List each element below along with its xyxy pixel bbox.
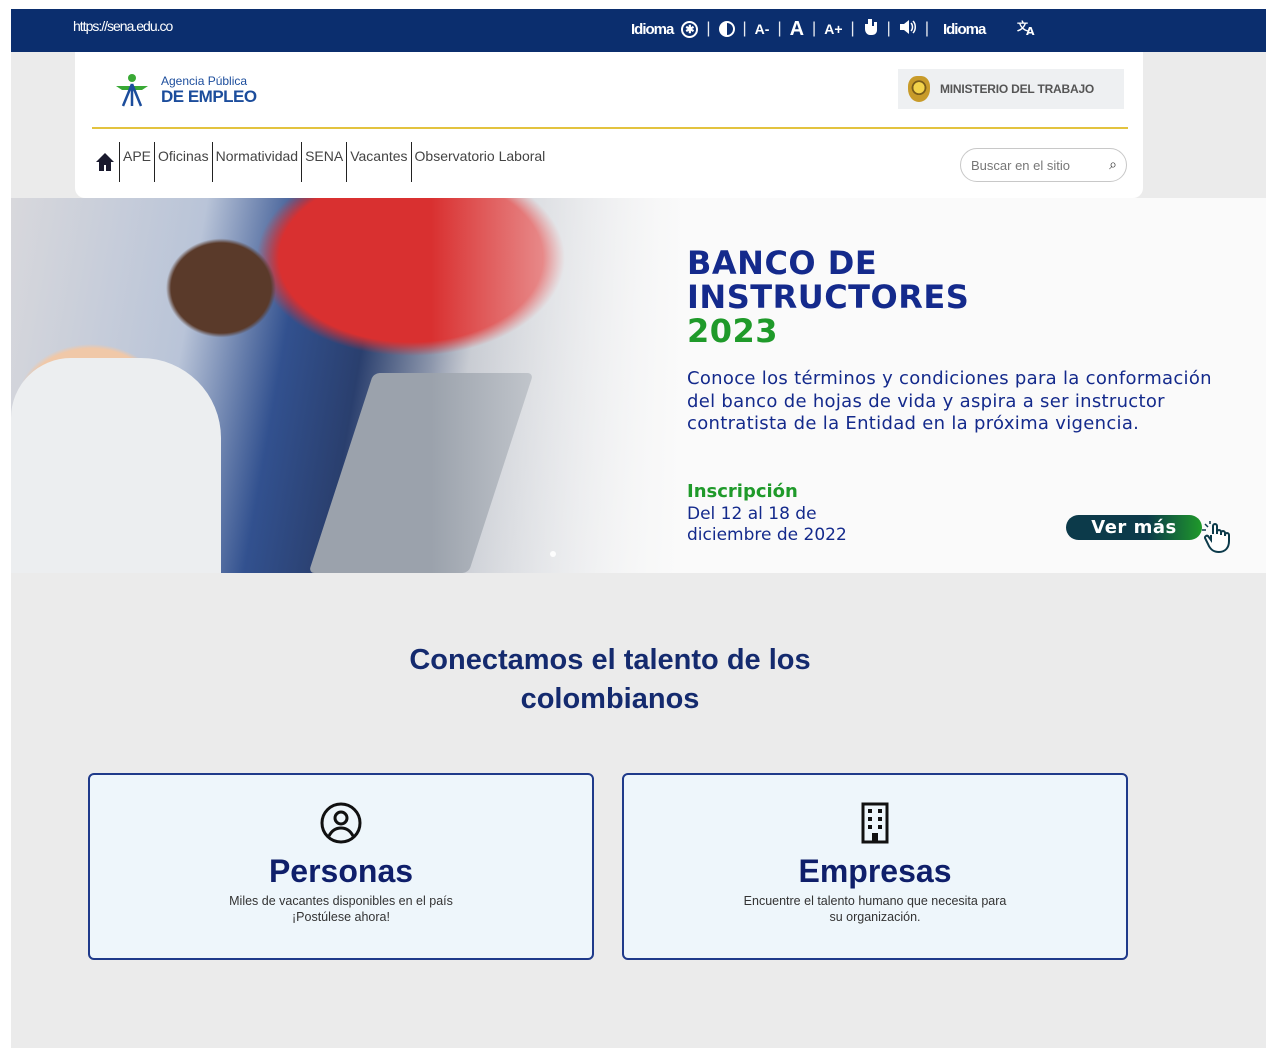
translate-icon[interactable]: 文A — [1017, 18, 1037, 41]
sena-logo-icon — [116, 74, 148, 107]
site-header: Agencia Pública DE EMPLEO MINISTERIO DEL… — [75, 52, 1143, 198]
nav-item-normatividad[interactable]: Normatividad — [211, 142, 301, 182]
nav-item-observatorio[interactable]: Observatorio Laboral — [410, 142, 549, 182]
nav-item-sena[interactable]: SENA — [301, 142, 346, 182]
empresas-description: Encuentre el talento humano que necesita… — [743, 894, 1007, 924]
section-headline: Conectamos el talento de los colombianos — [409, 644, 811, 715]
banner-title: BANCO DE INSTRUCTORES 2023 — [687, 244, 970, 350]
empresas-card[interactable]: Empresas Encuentre el talento humano que… — [622, 773, 1128, 960]
banner-dates: Del 12 al 18 de diciembre de 2022 — [687, 504, 847, 545]
pointer-hand-icon — [1201, 520, 1239, 556]
personas-description: Miles de vacantes disponibles en el país… — [229, 894, 453, 924]
ver-mas-button[interactable]: Ver más — [1066, 515, 1202, 540]
language-link[interactable]: Idioma — [631, 21, 674, 38]
accessibility-tools: Idioma ✱ | | A- | A | A+ | | | Idioma 文A — [631, 15, 1037, 43]
contrast-icon[interactable] — [718, 21, 735, 37]
banner-inscription-label: Inscripción — [687, 481, 798, 502]
personas-title: Personas — [268, 853, 414, 889]
building-icon — [853, 801, 897, 845]
carousel-indicator[interactable] — [550, 551, 556, 557]
search-icon[interactable]: ⌕ — [1109, 156, 1117, 173]
nav-item-vacantes[interactable]: Vacantes — [346, 142, 410, 182]
language-link-secondary[interactable]: Idioma — [943, 21, 986, 38]
ministry-logo[interactable]: MINISTERIO DEL TRABAJO — [898, 69, 1124, 109]
audio-icon[interactable] — [899, 19, 917, 40]
font-increase-button[interactable]: A+ — [824, 21, 842, 37]
user-icon — [319, 801, 363, 845]
main-nav: APE Oficinas Normatividad SENA Vacantes … — [95, 142, 548, 182]
page: https://sena.edu.co Idioma ✱ | | A- | A … — [11, 9, 1266, 1048]
ape-logo[interactable]: Agencia Pública DE EMPLEO — [113, 72, 257, 108]
font-decrease-button[interactable]: A- — [755, 21, 770, 37]
accessibility-icon[interactable]: ✱ — [681, 20, 699, 38]
ministry-name: MINISTERIO DEL TRABAJO — [940, 82, 1095, 96]
logo-line2: DE EMPLEO — [161, 86, 257, 106]
logo-line1: Agencia Pública — [161, 73, 248, 88]
home-icon[interactable] — [95, 142, 119, 182]
search-input[interactable]: Buscar en el sitio ⌕ — [960, 148, 1127, 182]
accessibility-bar: https://sena.edu.co Idioma ✱ | | A- | A … — [11, 9, 1266, 52]
sena-link[interactable]: https://sena.edu.co — [73, 18, 173, 34]
nav-item-oficinas[interactable]: Oficinas — [154, 142, 212, 182]
sign-language-icon[interactable] — [863, 18, 879, 41]
svg-text:A: A — [1026, 25, 1035, 36]
coat-of-arms-icon — [908, 76, 930, 102]
personas-card[interactable]: Personas Miles de vacantes disponibles e… — [88, 773, 594, 960]
banner-description: Conoce los términos y condiciones para l… — [687, 368, 1212, 434]
nav-item-ape[interactable]: APE — [119, 142, 154, 182]
header-divider — [92, 127, 1128, 129]
empresas-title: Empresas — [798, 853, 952, 889]
font-normal-button[interactable]: A — [790, 18, 804, 41]
hero-banner[interactable]: BANCO DE INSTRUCTORES 2023 Conoce los té… — [11, 198, 1266, 573]
